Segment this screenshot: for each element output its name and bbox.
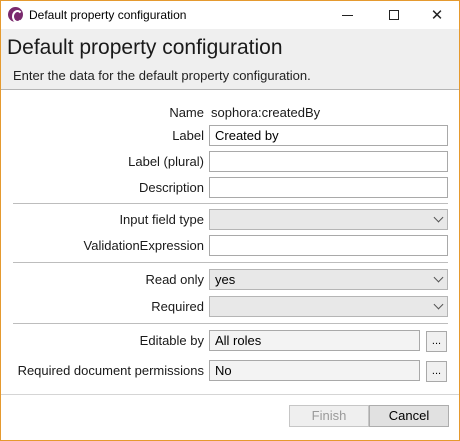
divider — [13, 203, 448, 204]
dialog-header: Default property configuration Enter the… — [1, 29, 459, 90]
app-logo-icon — [8, 7, 23, 23]
dialog-window: Default property configuration ✕ Default… — [0, 0, 460, 441]
label-plural-input[interactable] — [209, 151, 448, 172]
chevron-down-icon — [433, 212, 444, 223]
cancel-button[interactable]: Cancel — [369, 405, 449, 427]
required-label: Required — [151, 299, 204, 314]
title-bar[interactable]: Default property configuration ✕ — [1, 1, 459, 29]
divider — [13, 262, 448, 263]
divider — [13, 323, 448, 324]
close-icon: ✕ — [430, 7, 444, 24]
page-title: Default property configuration — [7, 36, 283, 59]
label-input[interactable]: Created by — [209, 125, 448, 146]
required-document-permissions-field[interactable]: No — [209, 360, 420, 381]
read-only-label: Read only — [145, 272, 204, 287]
editable-by-browse-button[interactable]: ... — [426, 331, 447, 352]
name-value[interactable]: sophora:createdBy — [211, 105, 320, 120]
required-document-permissions-browse-button[interactable]: ... — [426, 361, 447, 382]
finish-button[interactable]: Finish — [289, 405, 369, 427]
description-input[interactable] — [209, 177, 448, 198]
page-subtitle: Enter the data for the default property … — [13, 68, 311, 83]
input-field-type-select[interactable] — [209, 209, 448, 230]
close-button[interactable]: ✕ — [415, 1, 459, 29]
label-label: Label — [172, 128, 204, 143]
minimize-icon — [341, 14, 353, 16]
chevron-down-icon — [433, 272, 444, 283]
required-document-permissions-label: Required document permissions — [17, 363, 204, 378]
window-title: Default property configuration — [29, 8, 187, 22]
editable-by-field[interactable]: All roles — [209, 330, 420, 351]
chevron-down-icon — [433, 299, 444, 310]
validation-expression-label: ValidationExpression — [83, 238, 204, 253]
minimize-button[interactable] — [325, 1, 369, 29]
label-plural-label: Label (plural) — [128, 154, 204, 169]
name-label: Name — [169, 105, 204, 120]
editable-by-label: Editable by — [139, 333, 204, 348]
read-only-value: yes — [215, 272, 236, 287]
footer-divider — [1, 394, 459, 395]
required-select[interactable] — [209, 296, 448, 317]
maximize-button[interactable] — [372, 1, 416, 29]
read-only-select[interactable]: yes — [209, 269, 448, 290]
input-field-type-label: Input field type — [119, 212, 204, 227]
validation-expression-input[interactable] — [209, 235, 448, 256]
description-label: Description — [138, 180, 204, 195]
maximize-icon — [389, 10, 399, 20]
